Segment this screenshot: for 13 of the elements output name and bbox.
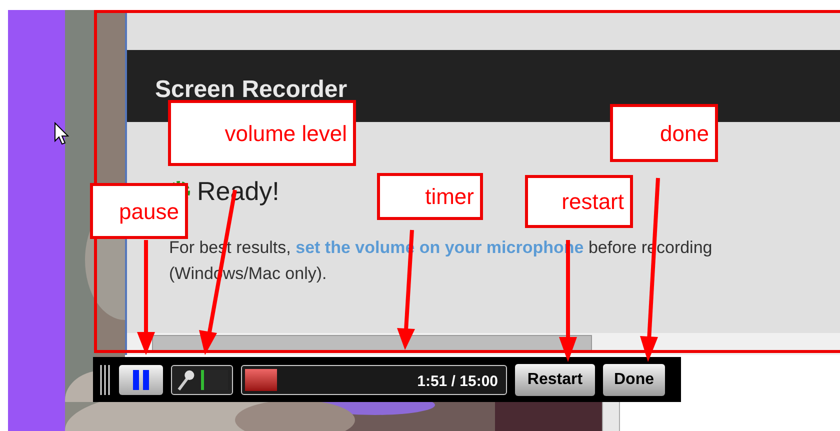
callout-label: restart	[525, 175, 633, 228]
microphone-meter[interactable]	[171, 364, 233, 394]
callout-label: timer	[377, 173, 483, 220]
microphone-icon	[176, 368, 196, 392]
restart-button[interactable]: Restart	[515, 364, 595, 396]
status-text: Ready!	[197, 175, 280, 208]
pause-button[interactable]	[119, 364, 163, 394]
scrollbar-track	[602, 402, 620, 431]
callout-label: volume level	[168, 100, 356, 166]
timer-text: 1:51 / 15:00	[417, 372, 498, 392]
pause-icon	[132, 370, 150, 390]
done-button[interactable]: Done	[603, 364, 665, 396]
callout-label: done	[610, 104, 718, 162]
